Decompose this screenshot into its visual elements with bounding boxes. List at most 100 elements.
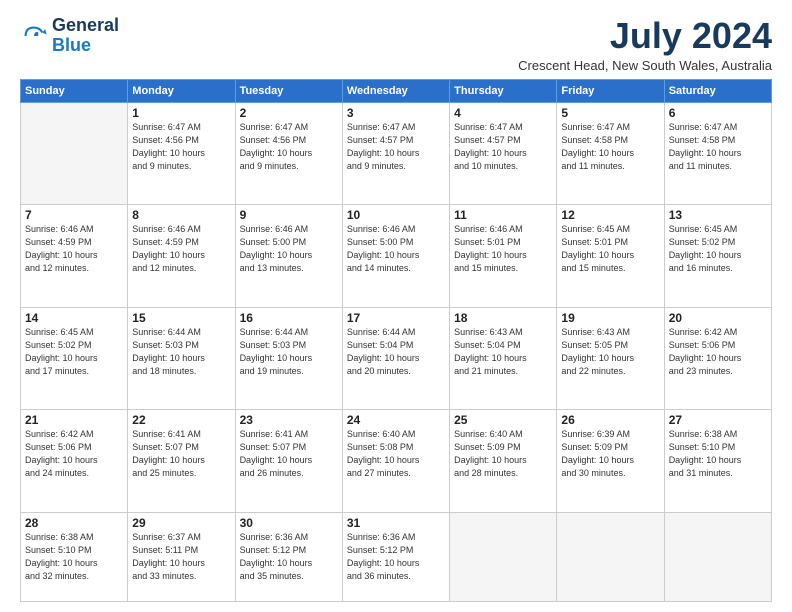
calendar-header-row: SundayMondayTuesdayWednesdayThursdayFrid… bbox=[21, 79, 772, 102]
calendar-cell: 15Sunrise: 6:44 AM Sunset: 5:03 PM Dayli… bbox=[128, 307, 235, 409]
day-info: Sunrise: 6:38 AM Sunset: 5:10 PM Dayligh… bbox=[669, 428, 767, 480]
day-info: Sunrise: 6:45 AM Sunset: 5:02 PM Dayligh… bbox=[669, 223, 767, 275]
day-info: Sunrise: 6:47 AM Sunset: 4:57 PM Dayligh… bbox=[347, 121, 445, 173]
day-info: Sunrise: 6:46 AM Sunset: 5:01 PM Dayligh… bbox=[454, 223, 552, 275]
day-number: 5 bbox=[561, 106, 659, 120]
calendar-cell: 23Sunrise: 6:41 AM Sunset: 5:07 PM Dayli… bbox=[235, 410, 342, 512]
calendar-cell: 1Sunrise: 6:47 AM Sunset: 4:56 PM Daylig… bbox=[128, 102, 235, 204]
calendar-cell: 28Sunrise: 6:38 AM Sunset: 5:10 PM Dayli… bbox=[21, 512, 128, 601]
day-info: Sunrise: 6:41 AM Sunset: 5:07 PM Dayligh… bbox=[132, 428, 230, 480]
day-number: 6 bbox=[669, 106, 767, 120]
calendar-cell: 2Sunrise: 6:47 AM Sunset: 4:56 PM Daylig… bbox=[235, 102, 342, 204]
day-number: 20 bbox=[669, 311, 767, 325]
day-number: 26 bbox=[561, 413, 659, 427]
calendar-cell bbox=[557, 512, 664, 601]
calendar-cell: 12Sunrise: 6:45 AM Sunset: 5:01 PM Dayli… bbox=[557, 205, 664, 307]
day-number: 11 bbox=[454, 208, 552, 222]
calendar-cell: 11Sunrise: 6:46 AM Sunset: 5:01 PM Dayli… bbox=[450, 205, 557, 307]
day-number: 25 bbox=[454, 413, 552, 427]
day-info: Sunrise: 6:42 AM Sunset: 5:06 PM Dayligh… bbox=[669, 326, 767, 378]
day-info: Sunrise: 6:44 AM Sunset: 5:03 PM Dayligh… bbox=[132, 326, 230, 378]
calendar-cell: 25Sunrise: 6:40 AM Sunset: 5:09 PM Dayli… bbox=[450, 410, 557, 512]
day-number: 22 bbox=[132, 413, 230, 427]
day-number: 23 bbox=[240, 413, 338, 427]
header-sunday: Sunday bbox=[21, 79, 128, 102]
day-info: Sunrise: 6:46 AM Sunset: 5:00 PM Dayligh… bbox=[347, 223, 445, 275]
day-number: 29 bbox=[132, 516, 230, 530]
page: General Blue July 2024 Crescent Head, Ne… bbox=[0, 0, 792, 612]
day-number: 21 bbox=[25, 413, 123, 427]
day-number: 13 bbox=[669, 208, 767, 222]
calendar-cell: 20Sunrise: 6:42 AM Sunset: 5:06 PM Dayli… bbox=[664, 307, 771, 409]
day-info: Sunrise: 6:47 AM Sunset: 4:58 PM Dayligh… bbox=[669, 121, 767, 173]
header-wednesday: Wednesday bbox=[342, 79, 449, 102]
day-number: 10 bbox=[347, 208, 445, 222]
calendar-cell bbox=[21, 102, 128, 204]
day-number: 2 bbox=[240, 106, 338, 120]
day-info: Sunrise: 6:43 AM Sunset: 5:04 PM Dayligh… bbox=[454, 326, 552, 378]
day-number: 15 bbox=[132, 311, 230, 325]
header-tuesday: Tuesday bbox=[235, 79, 342, 102]
day-number: 7 bbox=[25, 208, 123, 222]
day-number: 14 bbox=[25, 311, 123, 325]
day-info: Sunrise: 6:40 AM Sunset: 5:09 PM Dayligh… bbox=[454, 428, 552, 480]
day-number: 9 bbox=[240, 208, 338, 222]
day-info: Sunrise: 6:45 AM Sunset: 5:02 PM Dayligh… bbox=[25, 326, 123, 378]
calendar-cell bbox=[450, 512, 557, 601]
calendar-cell: 21Sunrise: 6:42 AM Sunset: 5:06 PM Dayli… bbox=[21, 410, 128, 512]
calendar-cell: 18Sunrise: 6:43 AM Sunset: 5:04 PM Dayli… bbox=[450, 307, 557, 409]
day-info: Sunrise: 6:47 AM Sunset: 4:56 PM Dayligh… bbox=[132, 121, 230, 173]
day-info: Sunrise: 6:46 AM Sunset: 4:59 PM Dayligh… bbox=[132, 223, 230, 275]
logo-general: General bbox=[52, 15, 119, 35]
day-info: Sunrise: 6:47 AM Sunset: 4:57 PM Dayligh… bbox=[454, 121, 552, 173]
calendar-week-3: 21Sunrise: 6:42 AM Sunset: 5:06 PM Dayli… bbox=[21, 410, 772, 512]
day-info: Sunrise: 6:38 AM Sunset: 5:10 PM Dayligh… bbox=[25, 531, 123, 583]
logo-icon bbox=[20, 22, 48, 50]
calendar-cell: 10Sunrise: 6:46 AM Sunset: 5:00 PM Dayli… bbox=[342, 205, 449, 307]
calendar-cell: 8Sunrise: 6:46 AM Sunset: 4:59 PM Daylig… bbox=[128, 205, 235, 307]
calendar-cell: 5Sunrise: 6:47 AM Sunset: 4:58 PM Daylig… bbox=[557, 102, 664, 204]
calendar-cell: 17Sunrise: 6:44 AM Sunset: 5:04 PM Dayli… bbox=[342, 307, 449, 409]
day-info: Sunrise: 6:44 AM Sunset: 5:03 PM Dayligh… bbox=[240, 326, 338, 378]
calendar-cell: 22Sunrise: 6:41 AM Sunset: 5:07 PM Dayli… bbox=[128, 410, 235, 512]
day-info: Sunrise: 6:41 AM Sunset: 5:07 PM Dayligh… bbox=[240, 428, 338, 480]
day-info: Sunrise: 6:37 AM Sunset: 5:11 PM Dayligh… bbox=[132, 531, 230, 583]
calendar-cell: 3Sunrise: 6:47 AM Sunset: 4:57 PM Daylig… bbox=[342, 102, 449, 204]
logo-blue: Blue bbox=[52, 35, 91, 55]
header-thursday: Thursday bbox=[450, 79, 557, 102]
day-number: 30 bbox=[240, 516, 338, 530]
day-info: Sunrise: 6:46 AM Sunset: 4:59 PM Dayligh… bbox=[25, 223, 123, 275]
day-number: 4 bbox=[454, 106, 552, 120]
title-block: July 2024 Crescent Head, New South Wales… bbox=[518, 16, 772, 73]
calendar-week-2: 14Sunrise: 6:45 AM Sunset: 5:02 PM Dayli… bbox=[21, 307, 772, 409]
calendar-cell: 9Sunrise: 6:46 AM Sunset: 5:00 PM Daylig… bbox=[235, 205, 342, 307]
header-monday: Monday bbox=[128, 79, 235, 102]
day-info: Sunrise: 6:43 AM Sunset: 5:05 PM Dayligh… bbox=[561, 326, 659, 378]
calendar-cell: 4Sunrise: 6:47 AM Sunset: 4:57 PM Daylig… bbox=[450, 102, 557, 204]
calendar-cell: 29Sunrise: 6:37 AM Sunset: 5:11 PM Dayli… bbox=[128, 512, 235, 601]
day-number: 28 bbox=[25, 516, 123, 530]
day-number: 17 bbox=[347, 311, 445, 325]
calendar-cell: 27Sunrise: 6:38 AM Sunset: 5:10 PM Dayli… bbox=[664, 410, 771, 512]
calendar-week-4: 28Sunrise: 6:38 AM Sunset: 5:10 PM Dayli… bbox=[21, 512, 772, 601]
calendar-cell: 16Sunrise: 6:44 AM Sunset: 5:03 PM Dayli… bbox=[235, 307, 342, 409]
day-number: 31 bbox=[347, 516, 445, 530]
day-number: 27 bbox=[669, 413, 767, 427]
day-number: 18 bbox=[454, 311, 552, 325]
calendar-cell bbox=[664, 512, 771, 601]
day-info: Sunrise: 6:36 AM Sunset: 5:12 PM Dayligh… bbox=[240, 531, 338, 583]
calendar-cell: 13Sunrise: 6:45 AM Sunset: 5:02 PM Dayli… bbox=[664, 205, 771, 307]
day-number: 8 bbox=[132, 208, 230, 222]
month-title: July 2024 bbox=[518, 16, 772, 56]
location: Crescent Head, New South Wales, Australi… bbox=[518, 58, 772, 73]
day-info: Sunrise: 6:46 AM Sunset: 5:00 PM Dayligh… bbox=[240, 223, 338, 275]
header-friday: Friday bbox=[557, 79, 664, 102]
day-info: Sunrise: 6:44 AM Sunset: 5:04 PM Dayligh… bbox=[347, 326, 445, 378]
day-number: 3 bbox=[347, 106, 445, 120]
day-info: Sunrise: 6:42 AM Sunset: 5:06 PM Dayligh… bbox=[25, 428, 123, 480]
header: General Blue July 2024 Crescent Head, Ne… bbox=[20, 16, 772, 73]
day-number: 19 bbox=[561, 311, 659, 325]
day-info: Sunrise: 6:47 AM Sunset: 4:56 PM Dayligh… bbox=[240, 121, 338, 173]
calendar-table: SundayMondayTuesdayWednesdayThursdayFrid… bbox=[20, 79, 772, 602]
calendar-cell: 7Sunrise: 6:46 AM Sunset: 4:59 PM Daylig… bbox=[21, 205, 128, 307]
